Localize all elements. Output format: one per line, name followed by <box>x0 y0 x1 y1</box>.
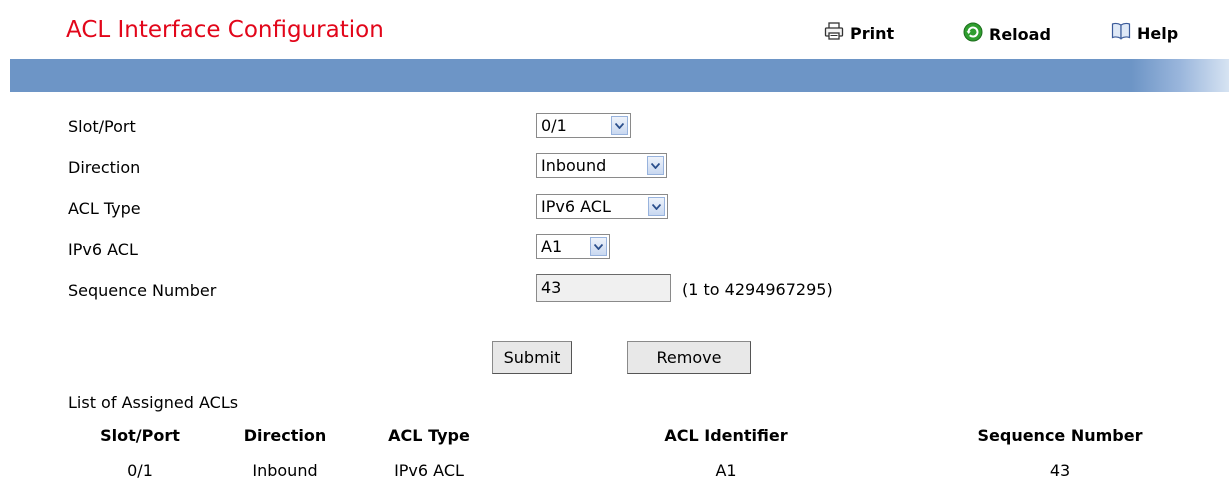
slot-port-value: 0/1 <box>541 116 567 135</box>
cell-direction: Inbound <box>252 461 318 480</box>
table-header-direction: Direction <box>243 426 327 445</box>
remove-button[interactable]: Remove <box>627 341 751 374</box>
ipv6-acl-value: A1 <box>541 237 563 256</box>
table-header-acl-identifier: ACL Identifier <box>664 426 788 445</box>
acl-type-select[interactable]: IPv6 ACL <box>536 194 668 219</box>
sequence-number-input[interactable]: 43 <box>536 274 671 302</box>
acl-type-label: ACL Type <box>68 199 141 218</box>
submit-button[interactable]: Submit <box>492 341 572 374</box>
cell-slot-port: 0/1 <box>127 461 153 480</box>
print-label: Print <box>850 23 895 43</box>
sequence-range-hint: (1 to 4294967295) <box>682 280 833 299</box>
table-header-slot-port: Slot/Port <box>100 426 180 445</box>
table-header-acl-type: ACL Type <box>388 426 470 445</box>
chevron-down-icon <box>611 116 628 135</box>
sequence-number-label: Sequence Number <box>68 281 217 300</box>
cell-sequence-number: 43 <box>1049 461 1071 480</box>
cell-acl-type: IPv6 ACL <box>394 461 464 480</box>
reload-icon <box>963 22 983 46</box>
slot-port-label: Slot/Port <box>68 117 136 136</box>
direction-select[interactable]: Inbound <box>536 153 667 178</box>
reload-label: Reload <box>989 24 1051 44</box>
cell-acl-identifier: A1 <box>715 461 737 480</box>
ipv6-acl-select[interactable]: A1 <box>536 234 610 259</box>
chevron-down-icon <box>590 237 607 256</box>
help-book-icon <box>1111 22 1131 44</box>
header-bar <box>10 59 1229 92</box>
help-label: Help <box>1137 23 1179 43</box>
assigned-acls-title: List of Assigned ACLs <box>68 393 239 412</box>
chevron-down-icon <box>648 197 665 216</box>
reload-link[interactable]: Reload <box>963 22 1051 46</box>
direction-value: Inbound <box>541 156 607 175</box>
direction-label: Direction <box>68 158 141 177</box>
ipv6-acl-label: IPv6 ACL <box>68 240 138 259</box>
print-link[interactable]: Print <box>824 22 894 44</box>
table-header-sequence-number: Sequence Number <box>977 426 1143 445</box>
slot-port-select[interactable]: 0/1 <box>536 113 631 138</box>
page-title: ACL Interface Configuration <box>66 17 384 43</box>
printer-icon <box>824 22 844 44</box>
acl-type-value: IPv6 ACL <box>541 197 611 216</box>
chevron-down-icon <box>647 156 664 175</box>
help-link[interactable]: Help <box>1111 22 1178 44</box>
